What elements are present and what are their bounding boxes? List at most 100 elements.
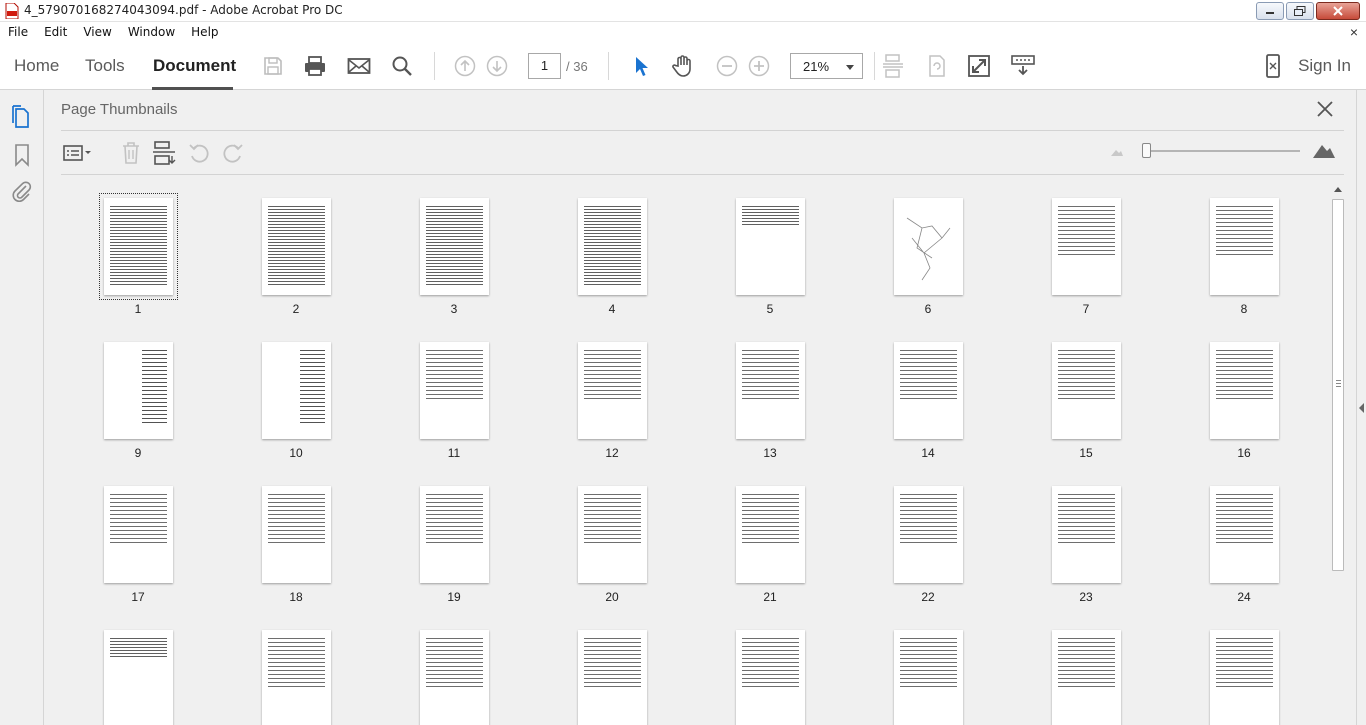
- thumbnail-size-slider[interactable]: [1142, 143, 1151, 158]
- zoom-select[interactable]: 21%: [790, 53, 863, 79]
- tab-document[interactable]: Document: [153, 56, 236, 76]
- hand-icon: [672, 55, 691, 77]
- page-thumbnail[interactable]: 14: [837, 328, 995, 472]
- right-pane-toggle[interactable]: [1356, 90, 1366, 725]
- insert-pages-button[interactable]: [151, 140, 177, 166]
- zoom-value: 21%: [803, 59, 830, 74]
- rotate-view-button[interactable]: [924, 53, 950, 79]
- page-thumbnail[interactable]: 12: [521, 328, 679, 472]
- rotate-clockwise-icon: [223, 144, 243, 163]
- previous-page-button[interactable]: [452, 53, 478, 79]
- minimize-button[interactable]: [1256, 2, 1284, 20]
- bookmark-icon[interactable]: [10, 143, 34, 167]
- rotate-cw-button[interactable]: [220, 140, 246, 166]
- menu-view[interactable]: View: [75, 25, 119, 39]
- page-thumbnail[interactable]: [47, 616, 205, 725]
- menu-edit[interactable]: Edit: [36, 25, 75, 39]
- hand-tool-button[interactable]: [670, 53, 696, 79]
- page-thumbnail[interactable]: [679, 616, 837, 725]
- page-thumbnail[interactable]: 8: [1153, 190, 1311, 328]
- page-thumbnail[interactable]: [995, 616, 1153, 725]
- paperclip-icon[interactable]: [10, 179, 34, 203]
- page-thumbnail[interactable]: 5: [679, 190, 837, 328]
- page-thumbnail[interactable]: 4: [521, 190, 679, 328]
- page-thumbnail[interactable]: 11: [363, 328, 521, 472]
- page-thumbnail[interactable]: 2: [205, 190, 363, 328]
- window-title: 4_5790701682740430​94.pdf - Adobe Acroba…: [24, 3, 343, 17]
- mobile-link-button[interactable]: [1260, 53, 1286, 79]
- scrollbar-thumb[interactable]: [1332, 199, 1344, 571]
- page-thumbnail[interactable]: [205, 616, 363, 725]
- page-text-lines: [900, 638, 957, 687]
- page-thumbnail[interactable]: 22: [837, 472, 995, 616]
- read-mode-button[interactable]: [1010, 53, 1036, 79]
- print-button[interactable]: [302, 53, 328, 79]
- page-number-label: 3: [450, 302, 458, 316]
- zoom-out-button[interactable]: [714, 53, 740, 79]
- page-thumbnail[interactable]: 3: [363, 190, 521, 328]
- page-layout-button[interactable]: [880, 53, 906, 79]
- search-button[interactable]: [389, 53, 415, 79]
- page-thumbnails-icon[interactable]: [10, 105, 34, 129]
- search-icon: [392, 56, 412, 76]
- page-preview: [262, 486, 331, 583]
- rotate-ccw-button[interactable]: [186, 140, 212, 166]
- page-preview: [894, 486, 963, 583]
- page-thumbnail[interactable]: 13: [679, 328, 837, 472]
- page-thumbnail[interactable]: 23: [995, 472, 1153, 616]
- page-thumbnail[interactable]: [363, 616, 521, 725]
- page-thumbnail[interactable]: 20: [521, 472, 679, 616]
- options-menu-icon: [63, 145, 91, 161]
- zoom-in-button[interactable]: [746, 53, 772, 79]
- page-preview: [420, 198, 489, 295]
- page-thumbnail[interactable]: 1: [47, 190, 205, 328]
- page-thumbnail[interactable]: 16: [1153, 328, 1311, 472]
- save-button[interactable]: [260, 53, 286, 79]
- scroll-up-arrow-icon[interactable]: [1334, 187, 1342, 192]
- page-thumbnail[interactable]: 15: [995, 328, 1153, 472]
- page-thumbnail[interactable]: [1153, 616, 1311, 725]
- page-thumbnail[interactable]: 17: [47, 472, 205, 616]
- page-thumbnail[interactable]: 6: [837, 190, 995, 328]
- thumbnail-grid: 1 2 3 4 5 6 7 8 9 10 11 12 13 14 15 16 17 18 19 20 21 22 23 24: [45, 190, 1329, 725]
- menu-file[interactable]: File: [0, 25, 36, 39]
- page-thumbnail[interactable]: 19: [363, 472, 521, 616]
- thumbnail-options-button[interactable]: [63, 140, 95, 166]
- page-preview: [736, 198, 805, 295]
- email-button[interactable]: [346, 53, 372, 79]
- page-number-label: 2: [292, 302, 300, 316]
- page-thumbnail[interactable]: 10: [205, 328, 363, 472]
- sign-in-link[interactable]: Sign In: [1298, 56, 1351, 76]
- page-preview: [1052, 198, 1121, 295]
- page-thumbnail[interactable]: [837, 616, 995, 725]
- select-tool-button[interactable]: [628, 53, 654, 79]
- page-thumbnail[interactable]: 24: [1153, 472, 1311, 616]
- close-panel-icon[interactable]: [1316, 100, 1334, 118]
- page-number-label: 12: [605, 446, 619, 460]
- restore-button[interactable]: [1286, 2, 1314, 20]
- tab-home[interactable]: Home: [14, 56, 59, 76]
- tab-tools[interactable]: Tools: [85, 56, 125, 76]
- arrow-down-circle-icon: [486, 55, 508, 77]
- menu-help[interactable]: Help: [183, 25, 226, 39]
- full-screen-button[interactable]: [966, 53, 992, 79]
- next-page-button[interactable]: [484, 53, 510, 79]
- divider: [61, 174, 1344, 175]
- page-thumbnail[interactable]: 18: [205, 472, 363, 616]
- page-thumbnail[interactable]: 7: [995, 190, 1153, 328]
- menu-window[interactable]: Window: [120, 25, 183, 39]
- menu-bar: File Edit View Window Help ×: [0, 22, 1366, 42]
- page-thumbnail[interactable]: 9: [47, 328, 205, 472]
- save-icon: [264, 57, 282, 75]
- close-window-button[interactable]: [1316, 2, 1360, 20]
- delete-pages-button[interactable]: [118, 140, 144, 166]
- page-number-input[interactable]: 1: [528, 53, 561, 79]
- page-thumbnail[interactable]: 21: [679, 472, 837, 616]
- vertical-scrollbar[interactable]: [1330, 185, 1346, 725]
- page-preview: [578, 486, 647, 583]
- page-text-lines: [584, 494, 641, 543]
- page-thumbnail[interactable]: [521, 616, 679, 725]
- page-text-lines: [742, 350, 799, 399]
- close-document-button[interactable]: ×: [1350, 24, 1358, 40]
- chevron-left-icon: [1359, 403, 1364, 413]
